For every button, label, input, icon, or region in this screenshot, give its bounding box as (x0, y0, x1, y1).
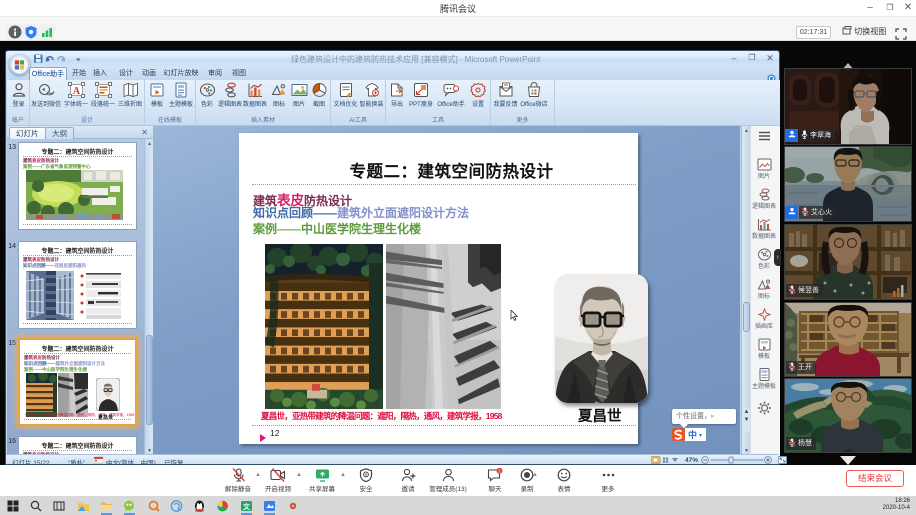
svg-text:▾: ▾ (699, 433, 702, 439)
svg-text:文: 文 (243, 502, 251, 511)
svg-text:中: 中 (688, 429, 697, 440)
svg-text:A: A (72, 86, 80, 97)
